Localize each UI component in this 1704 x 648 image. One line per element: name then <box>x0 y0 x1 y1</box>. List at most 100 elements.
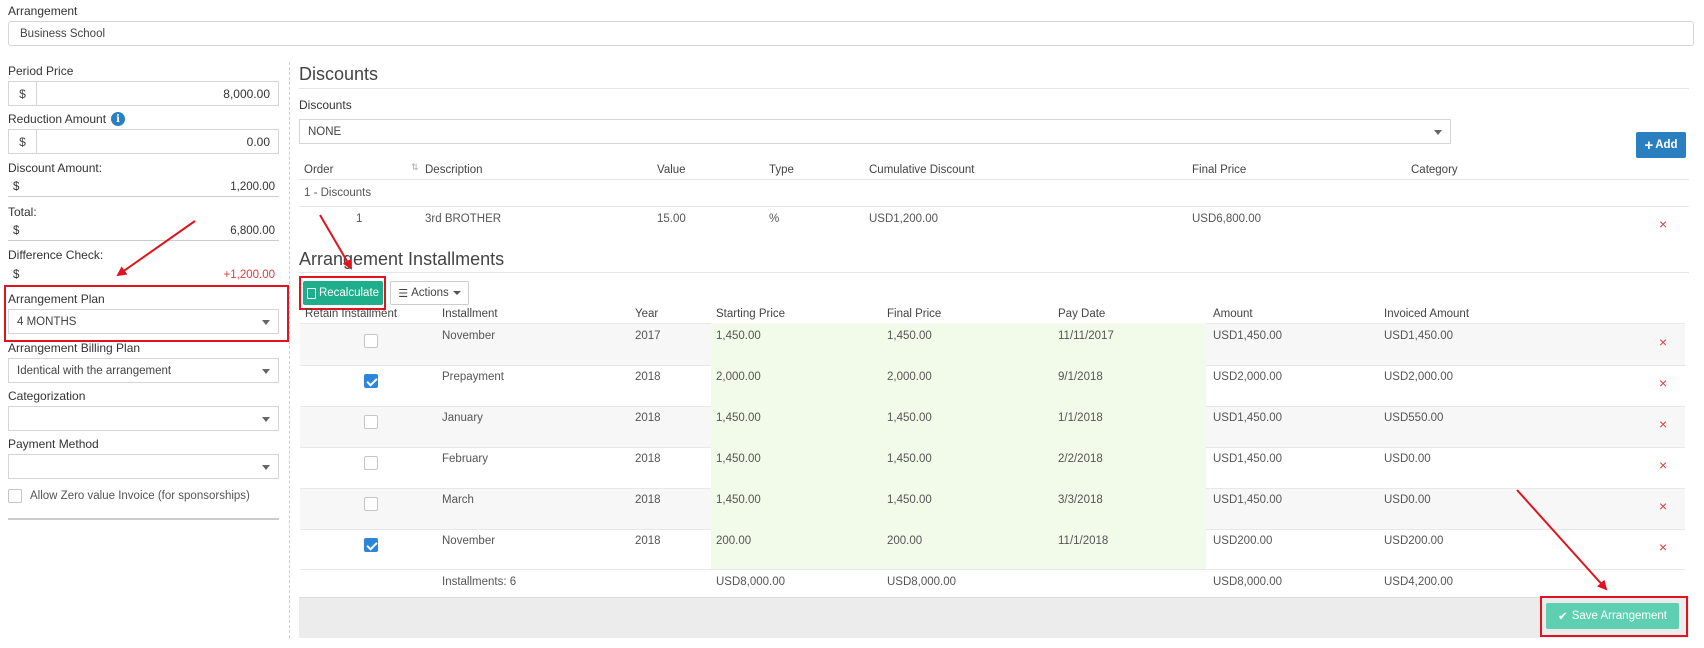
column-separator <box>289 62 290 638</box>
currency-sign: $ <box>13 181 20 193</box>
installment-final-price[interactable]: 2,000.00 <box>887 371 932 383</box>
payment-method-select[interactable] <box>8 454 279 479</box>
installment-amount: USD1,450.00 <box>1213 412 1283 424</box>
installment-pay-date[interactable]: 1/1/2018 <box>1058 412 1103 424</box>
chevron-down-icon <box>1434 129 1442 135</box>
installment-name: Prepayment <box>442 371 505 383</box>
retain-checkbox[interactable] <box>364 538 378 552</box>
categorization-select[interactable] <box>8 406 279 431</box>
add-discount-button[interactable]: + Add <box>1636 132 1686 158</box>
annotation-box-recalculate <box>299 276 386 310</box>
payment-method-label: Payment Method <box>8 437 99 451</box>
retain-checkbox[interactable] <box>364 497 378 511</box>
delete-icon[interactable]: × <box>1659 416 1667 432</box>
add-discount-label: Add <box>1655 139 1678 151</box>
installment-invoiced: USD2,000.00 <box>1384 371 1454 383</box>
installment-pay-date[interactable]: 2/2/2018 <box>1058 453 1103 465</box>
installment-pay-date[interactable]: 9/1/2018 <box>1058 371 1103 383</box>
installment-amount: USD2,000.00 <box>1213 371 1283 383</box>
period-price-label: Period Price <box>8 64 74 78</box>
form-footer <box>299 597 1689 638</box>
installment-invoiced: USD0.00 <box>1384 453 1431 465</box>
installment-final-price[interactable]: 1,450.00 <box>887 453 932 465</box>
currency-addon: $ <box>9 130 37 153</box>
installment-final-price[interactable]: 1,450.00 <box>887 412 932 424</box>
period-price-value: 8,000.00 <box>223 86 270 101</box>
installment-invoiced: USD1,450.00 <box>1384 330 1454 342</box>
difference-check-value: +1,200.00 <box>223 269 275 281</box>
installment-name: November <box>442 535 496 547</box>
delete-icon[interactable]: × <box>1659 216 1667 232</box>
installment-starting-price[interactable]: 1,450.00 <box>716 494 761 506</box>
total-amount: USD8,000.00 <box>1213 576 1283 588</box>
col-retain: Retain Installment <box>305 308 398 320</box>
reduction-amount-value: 0.00 <box>246 134 270 149</box>
installment-name: January <box>442 412 483 424</box>
delete-icon[interactable]: × <box>1659 457 1667 473</box>
installment-invoiced: USD550.00 <box>1384 412 1444 424</box>
col-starting-price: Starting Price <box>716 308 786 320</box>
discounts-title: Discounts <box>299 64 379 84</box>
installment-invoiced: USD200.00 <box>1384 535 1444 547</box>
discount-amount-label: Discount Amount: <box>8 161 103 175</box>
installment-starting-price[interactable]: 1,450.00 <box>716 453 761 465</box>
discounts-group-rule <box>299 206 1689 207</box>
col-cumulative-discount: Cumulative Discount <box>869 164 975 176</box>
installment-name: February <box>442 453 489 465</box>
total-invoiced: USD4,200.00 <box>1384 576 1454 588</box>
col-final-price: Final Price <box>1192 164 1247 176</box>
reduction-amount-label: Reduction Amount <box>8 112 107 126</box>
installment-pay-date[interactable]: 3/3/2018 <box>1058 494 1103 506</box>
discounts-select-value: NONE <box>308 125 342 138</box>
arrangement-plan-select[interactable]: 4 MONTHS <box>8 309 279 334</box>
installment-starting-price[interactable]: 1,450.00 <box>716 330 761 342</box>
chevron-down-icon <box>262 319 270 325</box>
installment-year: 2017 <box>635 330 661 342</box>
retain-checkbox[interactable] <box>364 374 378 388</box>
installment-invoiced: USD0.00 <box>1384 494 1431 506</box>
actions-dropdown[interactable]: ☰ Actions <box>390 281 469 305</box>
retain-checkbox[interactable] <box>364 456 378 470</box>
installment-final-price[interactable]: 200.00 <box>887 535 922 547</box>
period-price-input[interactable]: $ 8,000.00 <box>8 81 279 106</box>
installment-amount: USD1,450.00 <box>1213 330 1283 342</box>
discount-amount-field: $ 1,200.00 <box>8 177 279 197</box>
installment-starting-price[interactable]: 1,450.00 <box>716 412 761 424</box>
plus-icon: + <box>1644 136 1654 154</box>
delete-icon[interactable]: × <box>1659 498 1667 514</box>
sort-icon[interactable]: ⇅ <box>411 162 419 173</box>
arrangement-input[interactable]: Business School <box>8 21 1694 46</box>
col-amount: Amount <box>1213 308 1253 320</box>
discounts-header-rule <box>299 179 1689 180</box>
arrangement-value: Business School <box>20 27 106 40</box>
installment-final-price[interactable]: 1,450.00 <box>887 330 932 342</box>
billing-plan-select[interactable]: Identical with the arrangement <box>8 358 279 383</box>
editable-columns-highlight <box>711 323 1206 569</box>
delete-icon[interactable]: × <box>1659 375 1667 391</box>
chevron-down-icon <box>452 291 461 295</box>
retain-checkbox[interactable] <box>364 334 378 348</box>
retain-checkbox[interactable] <box>364 415 378 429</box>
installments-title-rule <box>299 272 1689 273</box>
installment-pay-date[interactable]: 11/1/2018 <box>1058 535 1108 547</box>
info-icon[interactable]: i <box>111 112 125 126</box>
chevron-down-icon <box>262 416 270 422</box>
installment-starting-price[interactable]: 2,000.00 <box>716 371 761 383</box>
installment-year: 2018 <box>635 494 661 506</box>
discount-type: % <box>769 213 780 225</box>
arrangement-plan-value: 4 MONTHS <box>17 315 77 328</box>
installment-pay-date[interactable]: 11/11/2017 <box>1058 330 1114 342</box>
col-installment: Installment <box>442 308 498 320</box>
arrangement-label: Arrangement <box>8 4 78 18</box>
delete-icon[interactable]: × <box>1659 539 1667 555</box>
allow-zero-checkbox[interactable] <box>8 489 22 503</box>
installment-final-price[interactable]: 1,450.00 <box>887 494 932 506</box>
delete-icon[interactable]: × <box>1659 334 1667 350</box>
discounts-select[interactable]: NONE <box>299 119 1451 144</box>
installment-starting-price[interactable]: 200.00 <box>716 535 751 547</box>
billing-plan-label: Arrangement Billing Plan <box>8 341 141 355</box>
reduction-amount-input[interactable]: $ 0.00 <box>8 129 279 154</box>
col-year: Year <box>635 308 659 320</box>
col-description: Description <box>425 164 483 176</box>
categorization-label: Categorization <box>8 389 86 403</box>
